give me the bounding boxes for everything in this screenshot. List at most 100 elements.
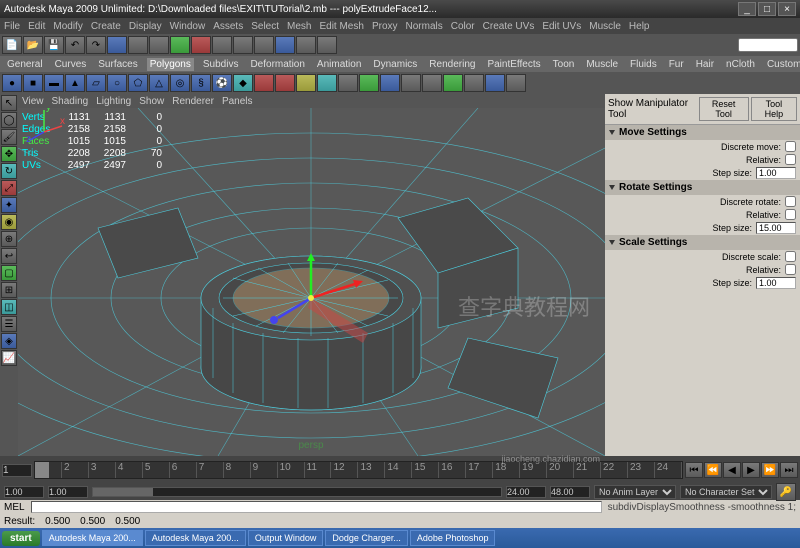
range-inner-start-field[interactable]: [48, 486, 88, 498]
graph-icon[interactable]: 📈: [1, 350, 17, 366]
shelf-ncloth[interactable]: nCloth: [723, 58, 758, 71]
last-tool-icon[interactable]: ↩: [1, 248, 17, 264]
snap-live-icon[interactable]: [254, 36, 274, 54]
discrete-scale-checkbox[interactable]: [785, 251, 796, 262]
menu-edituvs[interactable]: Edit UVs: [542, 21, 581, 32]
vp-view[interactable]: View: [22, 96, 44, 107]
menu-normals[interactable]: Normals: [406, 21, 443, 32]
sculpt-icon[interactable]: [464, 74, 484, 92]
shelf-deformation[interactable]: Deformation: [247, 58, 307, 71]
extrude-icon[interactable]: [296, 74, 316, 92]
step-back-icon[interactable]: ⏪: [704, 462, 722, 478]
menu-window[interactable]: Window: [170, 21, 206, 32]
select-tool-icon[interactable]: ↖: [1, 95, 17, 111]
render-icon[interactable]: [275, 36, 295, 54]
snap-curve-icon[interactable]: [191, 36, 211, 54]
rotate-settings-header[interactable]: Rotate Settings: [605, 180, 800, 195]
shelf-surfaces[interactable]: Surfaces: [95, 58, 140, 71]
shelf-toon[interactable]: Toon: [550, 58, 578, 71]
append-icon[interactable]: [359, 74, 379, 92]
maximize-button[interactable]: □: [758, 2, 776, 16]
poly-platonic-icon[interactable]: ◆: [233, 74, 253, 92]
close-button[interactable]: ×: [778, 2, 796, 16]
discrete-move-checkbox[interactable]: [785, 141, 796, 152]
discrete-rotate-checkbox[interactable]: [785, 196, 796, 207]
four-view-icon[interactable]: ⊞: [1, 282, 17, 298]
move-step-field[interactable]: [756, 167, 796, 179]
current-time-indicator[interactable]: [35, 462, 49, 478]
time-slider[interactable]: 1234 5678 9101112 13141516 17181920 2122…: [0, 456, 800, 484]
command-input[interactable]: [31, 501, 602, 513]
scale-step-field[interactable]: [756, 277, 796, 289]
shelf-painteffects[interactable]: PaintEffects: [484, 58, 543, 71]
task-item[interactable]: Autodesk Maya 200...: [42, 530, 143, 546]
soft-mod-icon[interactable]: ◉: [1, 214, 17, 230]
hypershade-icon[interactable]: ◈: [1, 333, 17, 349]
shelf-polygons[interactable]: Polygons: [147, 58, 194, 71]
rotate-step-field[interactable]: [756, 222, 796, 234]
poly-prism-icon[interactable]: ⬠: [128, 74, 148, 92]
menu-edit[interactable]: Edit: [28, 21, 45, 32]
poly-cube-icon[interactable]: ■: [23, 74, 43, 92]
menu-display[interactable]: Display: [129, 21, 162, 32]
play-back-icon[interactable]: ◀: [723, 462, 741, 478]
smooth-icon[interactable]: [443, 74, 463, 92]
step-fwd-icon[interactable]: ⏩: [761, 462, 779, 478]
relative-move-checkbox[interactable]: [785, 154, 796, 165]
start-button[interactable]: start: [2, 531, 40, 546]
redo-icon[interactable]: ↷: [86, 36, 106, 54]
poly-plane-icon[interactable]: ▱: [86, 74, 106, 92]
poly-soccer-icon[interactable]: ⚽: [212, 74, 232, 92]
snap-plane-icon[interactable]: [233, 36, 253, 54]
insert-edge-icon[interactable]: [380, 74, 400, 92]
move-settings-header[interactable]: Move Settings: [605, 125, 800, 140]
menu-file[interactable]: File: [4, 21, 20, 32]
minimize-button[interactable]: _: [738, 2, 756, 16]
vp-show[interactable]: Show: [139, 96, 164, 107]
go-start-icon[interactable]: ⏮: [685, 462, 703, 478]
show-manip-icon[interactable]: ⊕: [1, 231, 17, 247]
vp-shading[interactable]: Shading: [52, 96, 89, 107]
task-item[interactable]: Autodesk Maya 200...: [145, 530, 246, 546]
undo-icon[interactable]: ↶: [65, 36, 85, 54]
shelf-curves[interactable]: Curves: [52, 58, 90, 71]
collapse-icon[interactable]: [506, 74, 526, 92]
range-end-field[interactable]: [550, 486, 590, 498]
tool-help-button[interactable]: Tool Help: [751, 97, 797, 121]
open-scene-icon[interactable]: 📂: [23, 36, 43, 54]
poly-cone-icon[interactable]: ▲: [65, 74, 85, 92]
viewport-3d[interactable]: persp Verts113111310 Edges215821580 Face…: [18, 108, 605, 456]
go-end-icon[interactable]: ⏭: [780, 462, 798, 478]
shelf-fur[interactable]: Fur: [666, 58, 687, 71]
range-start-field[interactable]: [4, 486, 44, 498]
current-frame-field[interactable]: [2, 464, 32, 477]
select-tool-icon[interactable]: [107, 36, 127, 54]
single-view-icon[interactable]: ▢: [1, 265, 17, 281]
vp-renderer[interactable]: Renderer: [172, 96, 214, 107]
menu-createuvs[interactable]: Create UVs: [483, 21, 535, 32]
range-track[interactable]: [92, 487, 502, 497]
relative-scale-checkbox[interactable]: [785, 264, 796, 275]
scale-tool-icon[interactable]: ⤢: [1, 180, 17, 196]
merge-icon[interactable]: [485, 74, 505, 92]
paint-select-icon[interactable]: [149, 36, 169, 54]
extract-icon[interactable]: [275, 74, 295, 92]
shelf-general[interactable]: General: [4, 58, 46, 71]
relative-rotate-checkbox[interactable]: [785, 209, 796, 220]
shelf-custom[interactable]: Custom: [764, 58, 800, 71]
combine-icon[interactable]: [254, 74, 274, 92]
poly-pipe-icon[interactable]: ◎: [170, 74, 190, 92]
lasso-icon[interactable]: [128, 36, 148, 54]
snap-point-icon[interactable]: [212, 36, 232, 54]
render-settings-icon[interactable]: [317, 36, 337, 54]
quick-select-field[interactable]: [738, 38, 798, 52]
shelf-hair[interactable]: Hair: [693, 58, 717, 71]
menu-modify[interactable]: Modify: [53, 21, 82, 32]
ipr-icon[interactable]: [296, 36, 316, 54]
reset-tool-button[interactable]: Reset Tool: [699, 97, 749, 121]
lasso-tool-icon[interactable]: ◯: [1, 112, 17, 128]
play-fwd-icon[interactable]: ▶: [742, 462, 760, 478]
menu-proxy[interactable]: Proxy: [372, 21, 398, 32]
menu-muscle[interactable]: Muscle: [589, 21, 621, 32]
bevel-icon[interactable]: [317, 74, 337, 92]
